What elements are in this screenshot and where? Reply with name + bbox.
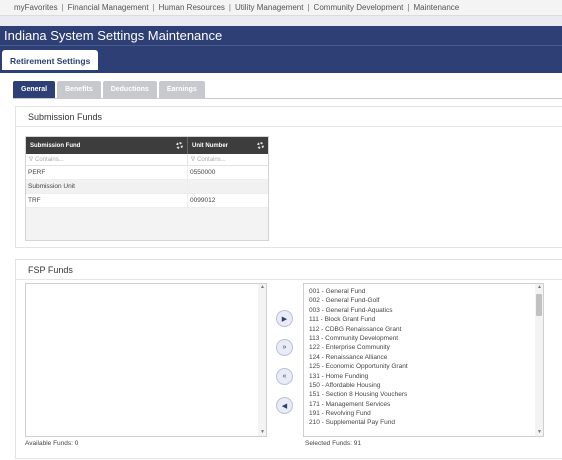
unit-number-filter[interactable]: ∇ Contains... [188, 154, 268, 165]
main-tab-bar: Retirement Settings [0, 45, 562, 73]
content-area: General Benefits Deductions Earnings Sub… [0, 74, 562, 460]
column-label: Unit Number [192, 142, 228, 149]
column-label: Submission Fund [30, 142, 81, 149]
nav-separator: | [307, 3, 310, 12]
nav-separator: | [407, 3, 410, 12]
top-nav: myFavorites | Financial Management | Hum… [0, 0, 562, 16]
unit-cell: 0099012 [190, 197, 216, 204]
fund-cell: Submission Unit [26, 180, 188, 193]
unit-cell: 0550000 [190, 169, 216, 176]
move-left-icon: ◀ [281, 402, 288, 410]
available-funds-scrollbar[interactable]: ▲ ▼ [258, 284, 266, 436]
list-item[interactable]: 125 - Economic Opportunity Grant [309, 362, 408, 371]
scroll-up-icon[interactable]: ▲ [260, 285, 265, 290]
nav-community-development[interactable]: Community Development [314, 3, 404, 12]
table-row[interactable]: TRF 0099012 [26, 194, 268, 208]
grid-empty-area [26, 208, 268, 240]
move-all-right-icon: » [282, 344, 287, 351]
unit-cell [188, 180, 268, 193]
nav-human-resources[interactable]: Human Resources [159, 3, 225, 12]
available-funds-list[interactable]: ▲ ▼ [25, 283, 267, 437]
fund-cell: PERF [26, 166, 188, 179]
fund-cell: TRF [26, 194, 188, 207]
move-all-left-icon: « [282, 373, 287, 380]
gear-icon[interactable] [257, 142, 264, 149]
list-item[interactable]: 124 - Renaissance Alliance [309, 353, 408, 362]
list-item[interactable]: 210 - Supplemental Pay Fund [309, 418, 408, 427]
filter-icon: ∇ [191, 157, 196, 163]
nav-maintenance[interactable]: Maintenance [413, 3, 459, 12]
list-item[interactable]: 113 - Community Development [309, 334, 408, 343]
list-item[interactable]: 150 - Affordable Housing [309, 381, 408, 390]
table-row[interactable]: Submission Unit [26, 180, 268, 194]
selected-funds-count: Selected Funds: 91 [305, 440, 362, 447]
list-item[interactable]: 122 - Enterprise Community [309, 343, 408, 352]
selected-funds-items: 001 - General Fund 002 - General Fund-Go… [309, 287, 408, 428]
list-item[interactable]: 111 - Block Grant Fund [309, 315, 408, 324]
grid-header: Submission Fund Unit Number [26, 137, 268, 154]
scroll-down-icon[interactable]: ▼ [260, 430, 265, 435]
list-item[interactable]: 002 - General Fund-Golf [309, 296, 408, 305]
move-all-left-button[interactable]: « [276, 368, 293, 385]
list-item[interactable]: 001 - General Fund [309, 287, 408, 296]
column-header-submission-fund[interactable]: Submission Fund [26, 137, 188, 154]
tab-deductions[interactable]: Deductions [102, 81, 157, 98]
submission-funds-grid: Submission Fund Unit Number ∇ Contains..… [25, 136, 269, 241]
scroll-up-icon[interactable]: ▲ [537, 285, 542, 290]
submission-fund-filter[interactable]: ∇ Contains... [26, 154, 188, 165]
filter-placeholder: Contains... [35, 156, 64, 163]
tab-earnings[interactable]: Earnings [158, 81, 205, 98]
move-all-right-button[interactable]: » [276, 339, 293, 356]
selected-funds-list[interactable]: 001 - General Fund 002 - General Fund-Go… [303, 283, 544, 437]
nav-separator: | [228, 3, 231, 12]
move-right-button[interactable]: ▶ [276, 310, 293, 327]
list-item[interactable]: 112 - CDBG Renaissance Grant [309, 325, 408, 334]
list-item[interactable]: 171 - Management Services [309, 400, 408, 409]
table-row[interactable]: PERF 0550000 [26, 166, 268, 180]
selected-funds-scrollbar[interactable]: ▲ ▼ [535, 284, 543, 436]
list-item[interactable]: 191 - Revolving Fund [309, 409, 408, 418]
list-item[interactable]: 151 - Section 8 Housing Vouchers [309, 390, 408, 399]
fsp-funds-panel: FSP Funds ▲ ▼ ▶ » « ◀ 001 - General Fund… [15, 259, 562, 459]
scroll-down-icon[interactable]: ▼ [537, 430, 542, 435]
filter-row: ∇ Contains... ∇ Contains... [26, 154, 268, 166]
filter-placeholder: Contains... [197, 156, 226, 163]
list-item[interactable]: 003 - General Fund-Aquatics [309, 306, 408, 315]
nav-separator: | [61, 3, 64, 12]
column-header-unit-number[interactable]: Unit Number [188, 137, 268, 154]
sub-tabs: General Benefits Deductions Earnings [13, 81, 207, 98]
tab-retirement-settings[interactable]: Retirement Settings [2, 50, 99, 71]
submission-funds-panel: Submission Funds Submission Fund Unit Nu… [15, 106, 562, 248]
tab-general[interactable]: General [13, 81, 56, 98]
list-item[interactable]: 131 - Home Funding [309, 372, 408, 381]
sub-tabs-divider [13, 98, 562, 99]
gear-icon[interactable] [176, 142, 183, 149]
available-funds-count: Available Funds: 0 [25, 440, 79, 447]
page-banner: Indiana System Settings Maintenance [0, 16, 562, 45]
nav-financial-management[interactable]: Financial Management [68, 3, 149, 12]
scroll-thumb[interactable] [536, 294, 542, 316]
move-right-icon: ▶ [281, 315, 288, 323]
nav-myfavorites[interactable]: myFavorites [14, 3, 58, 12]
page-title: Indiana System Settings Maintenance [4, 28, 223, 43]
nav-utility-management[interactable]: Utility Management [235, 3, 303, 12]
submission-funds-heading: Submission Funds [16, 107, 562, 127]
filter-icon: ∇ [29, 157, 34, 163]
move-left-button[interactable]: ◀ [276, 397, 293, 414]
fsp-funds-heading: FSP Funds [16, 260, 562, 280]
nav-separator: | [152, 3, 155, 12]
tab-benefits[interactable]: Benefits [57, 81, 101, 98]
